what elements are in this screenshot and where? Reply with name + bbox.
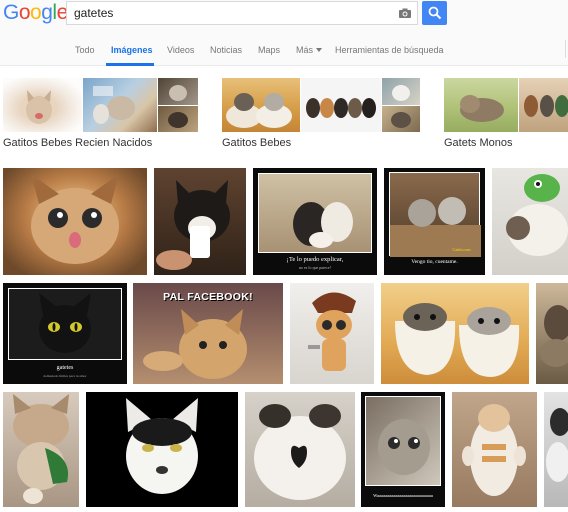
logo-letter: g [41, 1, 53, 24]
related-thumbnail [444, 78, 518, 132]
image-result[interactable] [290, 283, 374, 384]
image-result[interactable] [245, 392, 355, 507]
image-result[interactable]: gatetes demasiado fútiles para tu amor [3, 283, 127, 384]
image-inner-photo [365, 396, 441, 486]
image-inner-photo [389, 172, 481, 257]
image-caption: gatetes [56, 365, 74, 371]
tab-mas-label: Más [296, 45, 314, 55]
image-result[interactable] [536, 283, 568, 384]
related-thumbnail [519, 78, 568, 132]
image-result[interactable] [3, 168, 147, 275]
image-caption: Vengo tio, cuentame. [411, 259, 458, 265]
tab-mas[interactable]: Más [296, 45, 323, 55]
image-inner-photo [258, 173, 372, 253]
image-result[interactable]: PAL FACEBOOK! [133, 283, 283, 384]
related-search-card[interactable]: Gatitos Bebes Recien Nacidos [3, 76, 199, 152]
image-caption: ¡Te lo puedo explicar, [286, 256, 344, 263]
logo-letter: o [30, 1, 42, 24]
chevron-down-icon [316, 48, 323, 52]
logo-letter: o [18, 1, 31, 24]
search-input[interactable]: gatetes [66, 1, 418, 25]
image-result[interactable] [3, 392, 79, 507]
image-caption-sub: no es lo que parece! [299, 265, 331, 270]
related-thumbnail [158, 106, 198, 132]
search-tabs: Todo Imágenes Videos Noticias Maps Más H… [0, 34, 568, 66]
image-result[interactable]: Waaaaaaaaaaaaaaaaaaaaaaaaaaaa [361, 392, 445, 507]
image-result[interactable] [452, 392, 537, 507]
related-label: Gatets Monos [444, 137, 513, 149]
image-watermark: Catifu.com [452, 247, 471, 252]
image-result[interactable] [544, 392, 568, 507]
tab-maps[interactable]: Maps [258, 45, 280, 55]
related-thumbnail [83, 78, 157, 132]
active-tab-indicator [106, 63, 154, 66]
related-label: Gatitos Bebes [222, 137, 292, 149]
image-result[interactable] [492, 168, 568, 275]
search-icon [428, 6, 442, 20]
search-query-text[interactable]: gatetes [74, 6, 113, 20]
tab-noticias[interactable]: Noticias [210, 45, 242, 55]
tab-search-tools[interactable]: Herramientas de búsqueda [335, 45, 444, 55]
logo-letter: G [3, 1, 19, 24]
related-thumbnail [382, 78, 420, 105]
tab-videos[interactable]: Videos [167, 45, 194, 55]
google-logo[interactable]: Google [3, 1, 68, 25]
camera-icon[interactable] [398, 6, 412, 20]
related-thumbnail [158, 78, 198, 105]
image-result[interactable] [381, 283, 529, 384]
related-thumbnail [382, 106, 420, 132]
related-label: Gatitos Bebes Recien Nacidos [3, 137, 153, 149]
image-result[interactable] [154, 168, 246, 275]
image-caption: Waaaaaaaaaaaaaaaaaaaaaaaaaaaa [373, 493, 433, 498]
image-caption-sub: demasiado fútiles para tu amor [43, 374, 87, 378]
image-result[interactable] [86, 392, 238, 507]
related-thumbnail [301, 78, 381, 132]
image-inner-photo [8, 288, 122, 360]
image-caption: PAL FACEBOOK! [163, 291, 253, 303]
search-button[interactable] [422, 1, 447, 25]
image-result[interactable]: Vengo tio, cuentame. Catifu.com [384, 168, 485, 275]
related-search-card[interactable]: Gatets Monos [444, 76, 568, 152]
nav-divider [565, 40, 566, 58]
related-search-card[interactable]: Gatitos Bebes [222, 76, 420, 152]
tab-todo[interactable]: Todo [75, 45, 95, 55]
tab-imagenes[interactable]: Imágenes [111, 45, 153, 55]
image-result[interactable]: ¡Te lo puedo explicar, no es lo que pare… [253, 168, 377, 275]
header-bar: Google gatetes [0, 0, 568, 34]
related-thumbnail [3, 78, 82, 132]
related-thumbnail [222, 78, 300, 132]
